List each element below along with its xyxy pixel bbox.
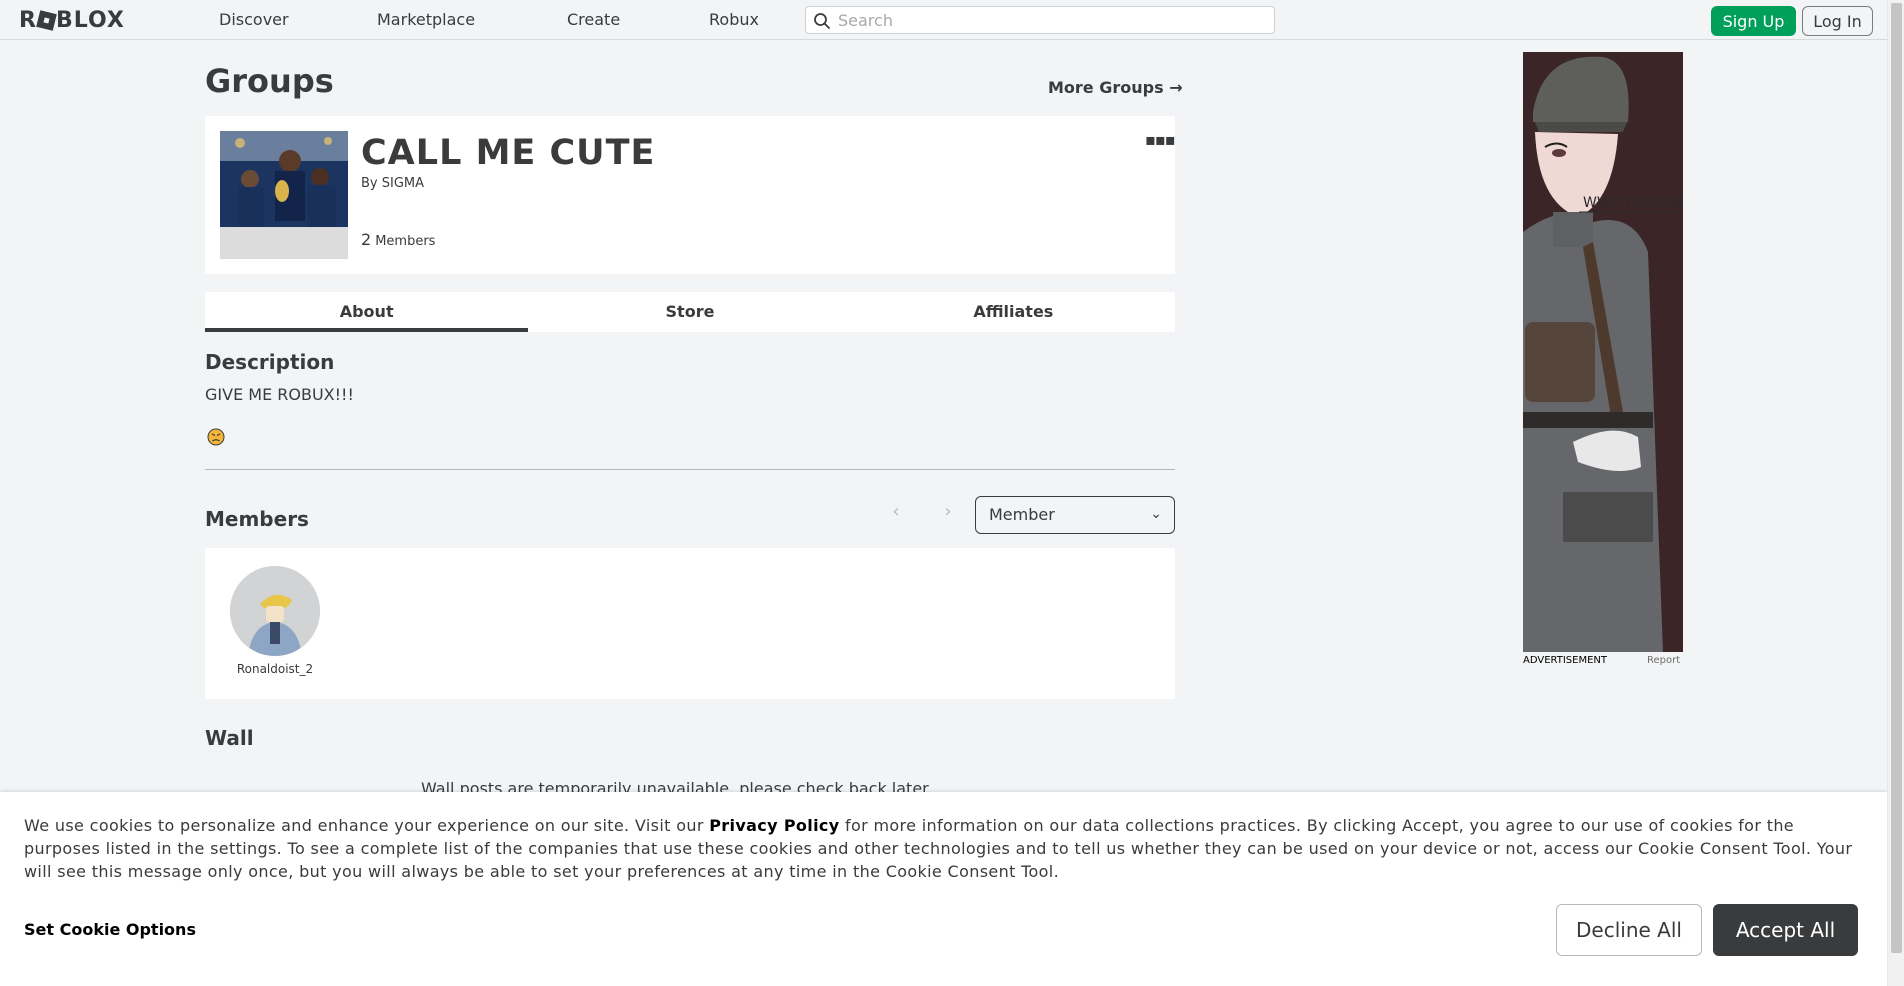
sign-up-button[interactable]: Sign Up xyxy=(1711,6,1796,36)
ad-art-text: WW2 TYCOON xyxy=(1583,195,1683,211)
more-groups-label: More Groups xyxy=(1048,78,1164,97)
advertisement-label: ADVERTISEMENT xyxy=(1523,655,1608,666)
page-title: Groups xyxy=(205,62,334,100)
role-filter-dropdown[interactable]: Member ⌄ xyxy=(975,496,1175,534)
section-divider xyxy=(205,469,1175,470)
top-navigation: R BLOX Discover Marketplace Create Robux … xyxy=(0,0,1887,40)
cookie-banner: We use cookies to personalize and enhanc… xyxy=(0,792,1887,986)
set-cookie-options-button[interactable]: Set Cookie Options xyxy=(24,920,196,939)
nav-link-marketplace[interactable]: Marketplace xyxy=(377,10,475,29)
arrow-right-icon: → xyxy=(1169,78,1183,97)
chevron-left-icon[interactable]: ‹ xyxy=(886,501,906,527)
role-filter-value: Member xyxy=(989,505,1055,524)
description-text: GIVE ME ROBUX!!! xyxy=(205,385,354,404)
tab-store[interactable]: Store xyxy=(528,292,851,332)
log-in-button[interactable]: Log In xyxy=(1802,6,1873,36)
group-header-card: CALL ME CUTE By SIGMA 2 Members ▪▪▪ xyxy=(205,116,1176,274)
member-count-label: Members xyxy=(375,234,436,249)
privacy-policy-link[interactable]: Privacy Policy xyxy=(709,816,839,835)
tab-about[interactable]: About xyxy=(205,292,529,332)
cookie-message: We use cookies to personalize and enhanc… xyxy=(24,814,1854,883)
member-card[interactable]: Ronaldoist_2 xyxy=(225,566,325,676)
nav-link-discover[interactable]: Discover xyxy=(219,10,289,29)
search-icon xyxy=(814,13,830,29)
group-emblem xyxy=(220,131,348,259)
roblox-logo[interactable]: R BLOX xyxy=(19,8,125,33)
wall-heading: Wall xyxy=(205,726,254,750)
by-label: By xyxy=(361,176,378,191)
member-name: Ronaldoist_2 xyxy=(236,662,314,676)
angry-face-icon xyxy=(207,428,225,446)
tab-affiliates[interactable]: Affiliates xyxy=(852,292,1175,332)
more-groups-link[interactable]: More Groups → xyxy=(1048,78,1183,97)
advertisement-banner[interactable]: WW2 TYCOON xyxy=(1523,52,1683,652)
accept-all-button[interactable]: Accept All xyxy=(1713,904,1858,956)
avatar xyxy=(230,566,320,656)
nav-link-create[interactable]: Create xyxy=(567,10,620,29)
group-owner-line: By SIGMA xyxy=(361,176,424,191)
chevron-down-icon: ⌄ xyxy=(1150,506,1162,522)
search-input[interactable] xyxy=(838,9,1258,31)
decline-all-button[interactable]: Decline All xyxy=(1556,904,1702,956)
search-box[interactable] xyxy=(805,6,1275,34)
ad-report-link[interactable]: Report xyxy=(1647,655,1680,666)
description-heading: Description xyxy=(205,350,335,374)
chevron-right-icon[interactable]: › xyxy=(938,501,958,527)
cookie-text-before: We use cookies to personalize and enhanc… xyxy=(24,816,710,835)
page-scrollbar[interactable] xyxy=(1887,0,1904,986)
members-heading: Members xyxy=(205,507,309,531)
member-count-value: 2 xyxy=(361,230,372,249)
group-name: CALL ME CUTE xyxy=(361,133,656,173)
ellipsis-icon[interactable]: ▪▪▪ xyxy=(1145,130,1176,149)
nav-link-robux[interactable]: Robux xyxy=(709,10,759,29)
group-tabs: About Store Affiliates xyxy=(205,292,1175,332)
member-count: 2 Members xyxy=(361,230,435,249)
group-owner-link[interactable]: SIGMA xyxy=(382,176,424,191)
scrollbar-thumb[interactable] xyxy=(1891,3,1902,953)
members-list: Ronaldoist_2 xyxy=(205,548,1175,699)
